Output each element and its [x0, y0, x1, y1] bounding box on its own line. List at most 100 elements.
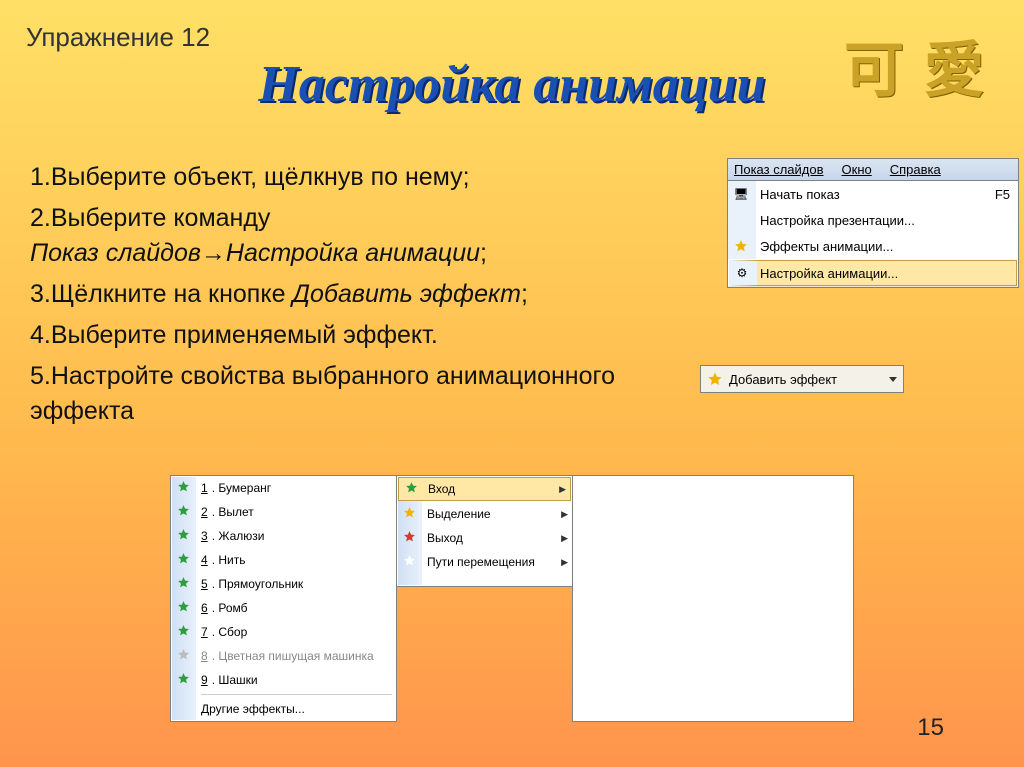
item-label: Пути перемещения	[427, 555, 535, 569]
menu-animation-settings[interactable]: ⚙ Настройка анимации...	[729, 260, 1017, 286]
effect-item-1[interactable]: 1. Бумеранг	[171, 476, 396, 500]
page-number: 15	[917, 714, 944, 742]
dot: .	[212, 505, 215, 519]
category-entrance[interactable]: Вход ▶	[398, 477, 571, 501]
step-3-prefix: 3.Щёлкните на кнопке	[30, 280, 292, 308]
category-exit[interactable]: Выход ▶	[397, 526, 572, 550]
effect-item-3[interactable]: 3. Жалюзи	[171, 524, 396, 548]
star-icon	[175, 576, 191, 592]
item-number: 4	[201, 553, 208, 567]
item-number: 3	[201, 529, 208, 543]
item-label: Вылет	[218, 505, 253, 519]
menu-item-window[interactable]: Окно	[842, 162, 872, 177]
dot: .	[212, 601, 215, 615]
item-number: 8	[201, 649, 208, 663]
item-label: Другие эффекты...	[201, 702, 305, 716]
menu-animation-effects[interactable]: Эффекты анимации...	[728, 233, 1018, 259]
effect-item-4[interactable]: 4. Нить	[171, 548, 396, 572]
item-label: Цветная пишущая машинка	[218, 649, 373, 663]
star-icon	[175, 480, 191, 496]
star-icon	[175, 648, 191, 664]
category-motion-paths[interactable]: Пути перемещения ▶	[397, 550, 572, 574]
star-icon	[175, 504, 191, 520]
category-emphasis[interactable]: Выделение ▶	[397, 502, 572, 526]
item-label: Нить	[218, 553, 245, 567]
star-icon	[175, 528, 191, 544]
menu-animation-settings-label: Настройка анимации...	[760, 266, 898, 281]
dot: .	[212, 649, 215, 663]
step-2-end: ;	[480, 239, 487, 267]
dot: .	[212, 481, 215, 495]
dot: .	[212, 529, 215, 543]
item-label: Вход	[428, 482, 455, 496]
effect-item-9[interactable]: 9. Шашки	[171, 668, 396, 692]
item-number: 9	[201, 673, 208, 687]
effect-item-6[interactable]: 6. Ромб	[171, 596, 396, 620]
chevron-right-icon: ▶	[561, 533, 568, 544]
dot: .	[212, 673, 215, 687]
effect-other[interactable]: Другие эффекты...	[171, 697, 396, 721]
menu-animation-effects-label: Эффекты анимации...	[760, 239, 893, 254]
menu-item-slideshow-label: Показ слайдов	[734, 162, 824, 177]
step-2: 2.Выберите команду Показ слайдов→Настрой…	[30, 201, 670, 271]
effects-picker: 1. Бумеранг 2. Вылет 3. Жалюзи 4. Нить 5…	[170, 475, 854, 722]
monitor-icon: 🖥	[733, 186, 749, 202]
effect-item-2[interactable]: 2. Вылет	[171, 500, 396, 524]
chevron-down-icon	[889, 377, 897, 382]
star-icon	[175, 672, 191, 688]
chevron-right-icon: ▶	[561, 509, 568, 520]
menu-start-show-shortcut: F5	[995, 187, 1010, 202]
menu-item-slideshow[interactable]: Показ слайдов	[734, 162, 824, 177]
exercise-label: Упражнение 12	[26, 22, 210, 53]
star-icon	[733, 238, 749, 254]
instructions-text: 1.Выберите объект, щёлкнув по нему; 2.Вы…	[30, 160, 670, 435]
menu-item-help-label: Справка	[890, 162, 941, 177]
separator	[201, 694, 392, 695]
step-4: 4.Выберите применяемый эффект.	[30, 318, 670, 353]
menu-presentation-settings-label: Настройка презентации...	[760, 213, 915, 228]
item-label: Выход	[427, 531, 463, 545]
item-number: 7	[201, 625, 208, 639]
dot: .	[212, 625, 215, 639]
item-number: 2	[201, 505, 208, 519]
item-number: 5	[201, 577, 208, 591]
chevron-right-icon: ▶	[559, 484, 566, 495]
slide: Упражнение 12 可 愛 Настройка анимации 1.В…	[0, 0, 1024, 767]
step-3-end: ;	[521, 280, 528, 308]
item-label: Ромб	[218, 601, 247, 615]
item-number: 1	[201, 481, 208, 495]
item-label: Жалюзи	[218, 529, 264, 543]
step-3-button-name: Добавить эффект	[292, 280, 521, 308]
item-label: Прямоугольник	[218, 577, 303, 591]
item-label: Сбор	[218, 625, 247, 639]
add-effect-button[interactable]: Добавить эффект	[700, 365, 904, 393]
step-2-line1: 2.Выберите команду	[30, 204, 270, 232]
app-menu-panel: Показ слайдов Окно Справка 🖥 Начать пока…	[727, 158, 1019, 288]
menu-presentation-settings[interactable]: Настройка презентации...	[728, 207, 1018, 233]
app-menu-dropdown: 🖥 Начать показ F5 Настройка презентации.…	[728, 181, 1018, 286]
step-2-command: Показ слайдов→Настройка анимации	[30, 239, 480, 267]
effect-item-7[interactable]: 7. Сбор	[171, 620, 396, 644]
gears-icon: ⚙	[734, 265, 750, 281]
step-1: 1.Выберите объект, щёлкнув по нему;	[30, 160, 670, 195]
effects-list: 1. Бумеранг 2. Вылет 3. Жалюзи 4. Нить 5…	[170, 475, 397, 722]
item-label: Бумеранг	[218, 481, 271, 495]
star-icon	[403, 481, 419, 497]
star-icon	[401, 554, 417, 570]
item-label: Шашки	[218, 673, 257, 687]
dot: .	[212, 577, 215, 591]
menu-item-window-label: Окно	[842, 162, 872, 177]
add-effect-label: Добавить эффект	[729, 372, 837, 387]
star-icon	[401, 506, 417, 522]
item-label: Выделение	[427, 507, 491, 521]
menu-item-help[interactable]: Справка	[890, 162, 941, 177]
menu-start-show[interactable]: 🖥 Начать показ F5	[728, 181, 1018, 207]
star-icon	[401, 530, 417, 546]
step-5: 5.Настройте свойства выбранного анимацио…	[30, 359, 670, 429]
menu-start-show-label: Начать показ	[760, 187, 840, 202]
star-icon	[175, 552, 191, 568]
preview-canvas	[572, 475, 854, 722]
page-title: Настройка анимации	[0, 55, 1024, 114]
effect-item-5[interactable]: 5. Прямоугольник	[171, 572, 396, 596]
step-3: 3.Щёлкните на кнопке Добавить эффект;	[30, 277, 670, 312]
